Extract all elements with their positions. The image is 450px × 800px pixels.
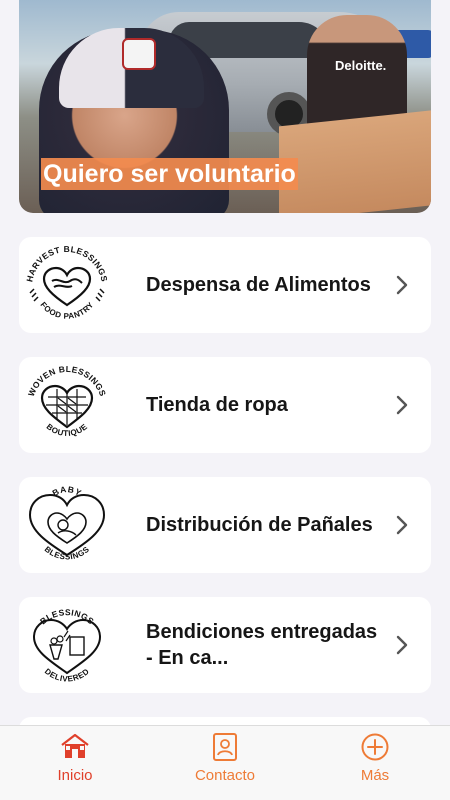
tab-more[interactable]: Más [300,726,450,800]
contact-book-icon [213,733,237,761]
svg-text:BLESSINGS: BLESSINGS [43,545,92,562]
tab-label: Más [360,767,390,784]
baby-blessings-logo: BABY BLESSINGS [28,484,106,562]
svg-text:DELIVERED: DELIVERED [43,667,91,684]
chevron-right-icon [396,395,408,415]
card-title: Bendiciones entregadas - En ca... [146,621,378,669]
volunteer-caption: Quiero ser voluntario [41,158,298,190]
shirt-brand-text: Deloitte. [335,58,387,73]
chevron-right-icon [396,275,408,295]
card-title: Despensa de Alimentos [146,274,371,296]
card-diaper-distribution[interactable]: BABY BLESSINGS Distribución de Pañales [19,477,431,573]
card-title: Distribución de Pañales [146,514,373,536]
svg-text:BLESSINGS: BLESSINGS [38,607,96,626]
cardboard-box [279,109,431,213]
tab-label: Contacto [194,767,256,784]
woven-blessings-boutique-logo: WOVEN BLESSINGS BOUTIQUE [26,364,108,438]
tab-bar: Inicio Contacto Más [0,725,450,800]
chevron-right-icon [396,635,408,655]
tab-contact[interactable]: Contacto [150,726,300,800]
home-icon [61,733,89,758]
tab-label: Inicio [57,767,93,784]
cap-logo-icon [122,38,156,70]
svg-text:FOOD PANTRY: FOOD PANTRY [38,300,95,321]
volunteer-banner[interactable]: Deloitte. Quiero ser voluntario [19,0,431,213]
chevron-right-icon [396,515,408,535]
blessings-delivered-logo: BLESSINGS DELIVERED [32,607,102,684]
card-clothing-store[interactable]: WOVEN BLESSINGS BOUTIQUE Tienda de ropa [19,357,431,453]
card-blessings-delivered[interactable]: BLESSINGS DELIVERED Bendiciones entregad… [19,597,431,693]
tab-home[interactable]: Inicio [0,726,150,800]
plus-circle-icon [361,733,389,761]
harvest-blessings-food-pantry-logo: HARVEST BLESSINGS FOOD PANTRY [24,244,109,321]
card-title: Tienda de ropa [146,394,288,416]
card-food-pantry[interactable]: HARVEST BLESSINGS FOOD PANTRY Despensa d… [19,237,431,333]
